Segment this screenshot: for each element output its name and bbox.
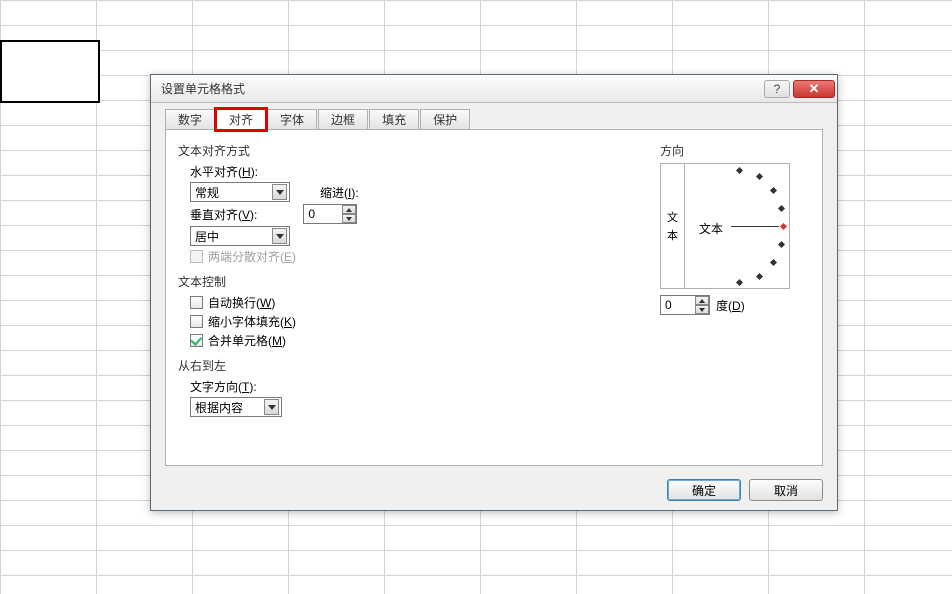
tab-border[interactable]: 边框 [318,109,368,130]
shrink-fit-checkbox[interactable] [190,315,203,328]
close-button[interactable]: ✕ [793,80,835,98]
text-direction-select[interactable]: 根据内容 [190,397,282,417]
orientation-dot[interactable] [736,167,743,174]
v-align-label: 垂直对齐(V): [190,206,257,223]
orientation-dot[interactable] [756,173,763,180]
degrees-label: 度(D) [716,297,745,314]
tab-number[interactable]: 数字 [165,109,215,130]
indent-label: 缩进(I): [320,184,359,201]
h-align-label: 水平对齐(H): [190,163,258,180]
merge-cells-checkbox[interactable] [190,334,203,347]
v-align-value: 居中 [195,228,219,245]
degrees-spinner[interactable]: 0 [660,295,710,315]
orientation-dot[interactable] [736,279,743,286]
titlebar[interactable]: 设置单元格格式 ? ✕ [151,75,837,103]
orientation-indicator-line [731,226,779,227]
indent-spinner[interactable]: 0 [303,204,357,224]
indent-up-icon[interactable] [342,205,356,214]
orientation-dot[interactable] [770,187,777,194]
orientation-panel[interactable]: 文 本 文本 [660,163,790,289]
cancel-button[interactable]: 取消 [749,479,823,501]
orientation-dot[interactable] [756,273,763,280]
orientation-arc-label: 文本 [699,220,723,237]
degrees-up-icon[interactable] [695,296,709,305]
merge-cells-label: 合并单元格(M) [208,332,286,349]
degrees-value: 0 [665,298,672,312]
tab-protection[interactable]: 保护 [420,109,470,130]
wrap-text-label: 自动换行(W) [208,294,275,311]
group-text-alignment: 文本对齐方式 [178,142,660,159]
orientation-dot[interactable] [778,205,785,212]
orientation-vertical-char1: 文 [667,209,678,225]
tab-alignment[interactable]: 对齐 [216,109,266,130]
help-button[interactable]: ? [764,80,790,98]
dialog-title: 设置单元格格式 [161,80,764,97]
tabstrip: 数字 对齐 字体 边框 填充 保护 [165,109,471,130]
indent-value: 0 [308,207,315,221]
chevron-down-icon [272,228,287,244]
orientation-vertical-button[interactable]: 文 本 [661,164,685,288]
chevron-down-icon [272,184,287,200]
orientation-dot-active[interactable] [780,223,787,230]
alignment-tab-body: 文本对齐方式 水平对齐(H): 常规 缩进(I): 垂直对齐(V): [165,129,823,466]
selected-cell[interactable] [0,40,100,103]
h-align-value: 常规 [195,184,219,201]
chevron-down-icon [264,399,279,415]
shrink-fit-label: 缩小字体填充(K) [208,313,296,330]
orientation-vertical-char2: 本 [667,227,678,243]
v-align-select[interactable]: 居中 [190,226,290,246]
group-rtl: 从右到左 [178,357,660,374]
orientation-dot[interactable] [770,259,777,266]
format-cells-dialog: 设置单元格格式 ? ✕ 数字 对齐 字体 边框 填充 保护 文本对齐方式 水平对… [150,74,838,511]
justify-distributed-label: 两端分散对齐(E) [208,248,296,265]
orientation-dot[interactable] [778,241,785,248]
degrees-down-icon[interactable] [695,305,709,314]
group-text-control: 文本控制 [178,273,660,290]
dialog-footer: 确定 取消 [151,470,837,510]
h-align-select[interactable]: 常规 [190,182,290,202]
text-direction-value: 根据内容 [195,399,243,416]
text-direction-label: 文字方向(T): [190,378,257,395]
justify-distributed-checkbox [190,250,203,263]
tab-fill[interactable]: 填充 [369,109,419,130]
group-orientation: 方向 [660,142,810,159]
indent-down-icon[interactable] [342,214,356,223]
orientation-arc[interactable]: 文本 [687,164,789,288]
tab-font[interactable]: 字体 [267,109,317,130]
ok-button[interactable]: 确定 [667,479,741,501]
wrap-text-checkbox[interactable] [190,296,203,309]
